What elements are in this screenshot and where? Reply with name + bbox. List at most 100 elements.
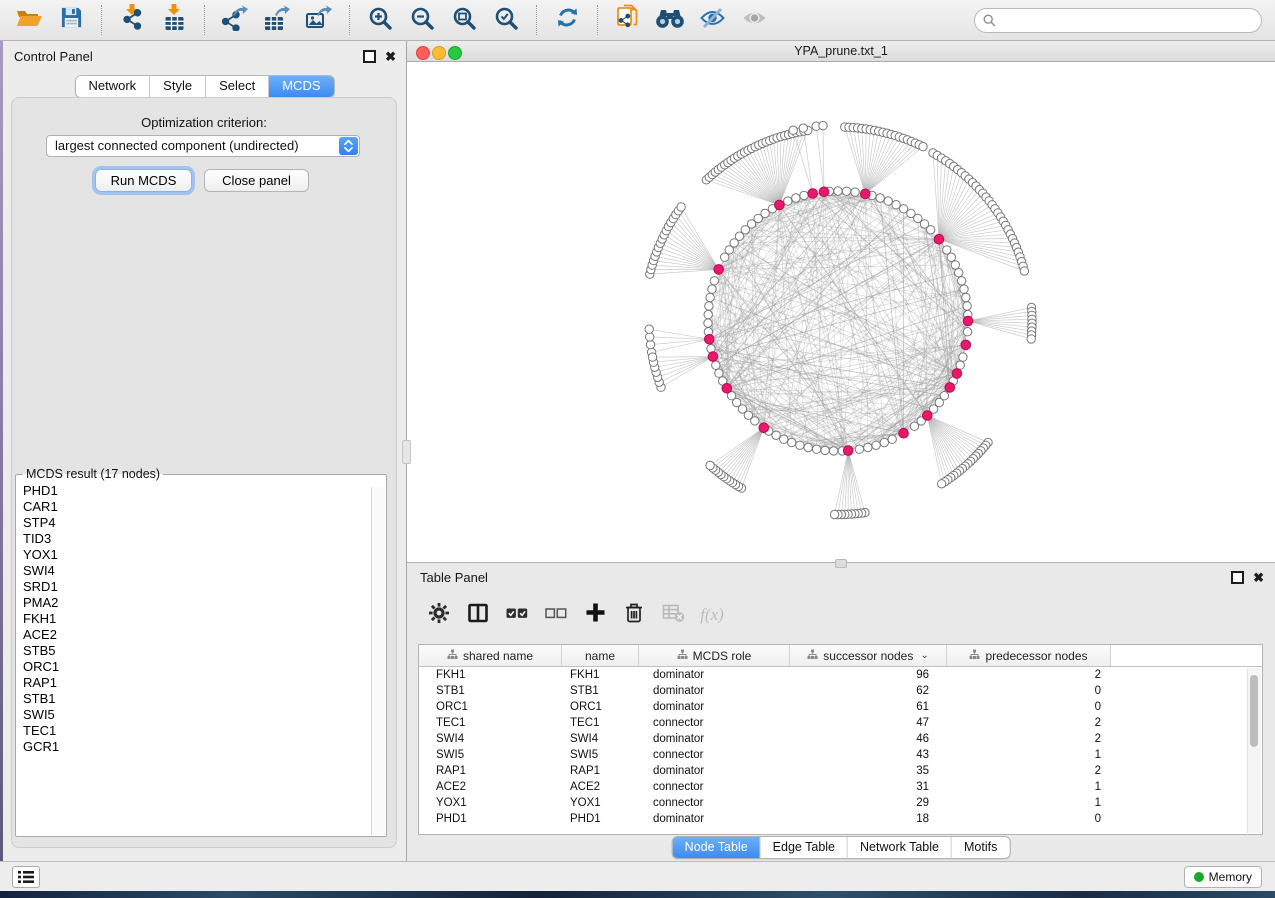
network-node[interactable]: [963, 302, 971, 310]
column-header-mcds-role[interactable]: MCDS role: [639, 645, 790, 666]
add-column-button[interactable]: [583, 603, 607, 627]
table-panel-close-icon[interactable]: ✖: [1253, 572, 1264, 583]
optimization-criterion-select[interactable]: largest connected component (undirected): [46, 135, 360, 157]
zoom-fit-button[interactable]: [449, 5, 479, 35]
mcds-node[interactable]: [722, 384, 732, 394]
mcds-node[interactable]: [843, 446, 853, 456]
mcds-node[interactable]: [775, 200, 785, 210]
mcds-result-item[interactable]: GCR1: [23, 739, 371, 755]
mcds-node[interactable]: [952, 369, 962, 379]
search-network-button[interactable]: [655, 5, 685, 35]
network-node[interactable]: [1027, 335, 1035, 343]
mcds-result-item[interactable]: STB5: [23, 643, 371, 659]
column-header-successor-nodes[interactable]: successor nodes⌄: [790, 645, 947, 666]
tab-node-table[interactable]: Node Table: [673, 837, 761, 858]
mcds-result-item[interactable]: STP4: [23, 515, 371, 531]
network-node[interactable]: [962, 293, 970, 301]
mcds-node[interactable]: [961, 340, 971, 350]
mcds-node[interactable]: [808, 189, 818, 199]
network-node[interactable]: [800, 191, 808, 199]
tab-network[interactable]: Network: [75, 76, 150, 97]
mcds-result-item[interactable]: ORC1: [23, 659, 371, 675]
network-node[interactable]: [712, 361, 720, 369]
select-all-columns-button[interactable]: [505, 603, 529, 627]
node-table-scrollbar[interactable]: [1247, 668, 1261, 833]
network-node[interactable]: [830, 447, 838, 455]
network-node[interactable]: [963, 328, 971, 336]
mcds-node[interactable]: [714, 265, 724, 275]
network-node[interactable]: [715, 369, 723, 377]
network-node[interactable]: [710, 277, 718, 285]
mcds-result-item[interactable]: FKH1: [23, 611, 371, 627]
mcds-result-item[interactable]: SWI5: [23, 707, 371, 723]
network-node[interactable]: [947, 253, 955, 261]
mcds-result-item[interactable]: RAP1: [23, 675, 371, 691]
delete-column-button[interactable]: [622, 603, 646, 627]
network-node[interactable]: [957, 277, 965, 285]
search-box[interactable]: [974, 8, 1262, 33]
tab-mcds[interactable]: MCDS: [269, 76, 333, 97]
mcds-result-item[interactable]: CAR1: [23, 499, 371, 515]
table-row[interactable]: ACE2ACE2connector311: [419, 779, 1262, 795]
network-node[interactable]: [704, 310, 712, 318]
network-node[interactable]: [708, 285, 716, 293]
network-node[interactable]: [646, 340, 654, 348]
network-node[interactable]: [880, 438, 888, 446]
tab-select[interactable]: Select: [206, 76, 269, 97]
table-row[interactable]: SWI5SWI5connector431: [419, 747, 1262, 763]
network-node[interactable]: [910, 422, 918, 430]
horizontal-splitter-handle[interactable]: [835, 559, 847, 568]
unselect-all-columns-button[interactable]: [544, 603, 568, 627]
network-node[interactable]: [959, 353, 967, 361]
zoom-out-button[interactable]: [407, 5, 437, 35]
column-header-predecessor-nodes[interactable]: predecessor nodes: [947, 645, 1111, 666]
network-node[interactable]: [796, 441, 804, 449]
control-panel-float-icon[interactable]: [363, 50, 376, 63]
mcds-result-item[interactable]: SWI4: [23, 563, 371, 579]
network-node[interactable]: [677, 203, 685, 211]
search-input[interactable]: [1001, 13, 1261, 29]
mcds-result-item[interactable]: STB1: [23, 691, 371, 707]
mcds-node[interactable]: [963, 316, 973, 326]
export-image-button[interactable]: [304, 5, 334, 35]
table-row[interactable]: PHD1PHD1dominator180: [419, 811, 1262, 827]
mcds-node[interactable]: [934, 234, 944, 244]
network-node[interactable]: [872, 441, 880, 449]
show-columns-button[interactable]: [466, 603, 490, 627]
table-row[interactable]: RAP1RAP1dominator352: [419, 763, 1262, 779]
tab-network-table[interactable]: Network Table: [848, 837, 952, 858]
mcds-node[interactable]: [759, 423, 769, 433]
network-node[interactable]: [788, 438, 796, 446]
mcds-result-item[interactable]: PHD1: [23, 483, 371, 499]
network-node[interactable]: [792, 194, 800, 202]
network-node[interactable]: [919, 142, 927, 150]
hide-selected-button[interactable]: [697, 5, 727, 35]
network-node[interactable]: [780, 435, 788, 443]
column-header-name[interactable]: name: [562, 645, 639, 666]
network-node[interactable]: [821, 446, 829, 454]
vertical-splitter-handle[interactable]: [402, 440, 411, 464]
network-node[interactable]: [645, 325, 653, 333]
tab-motifs[interactable]: Motifs: [952, 837, 1009, 858]
network-node[interactable]: [799, 124, 807, 132]
network-node[interactable]: [1020, 267, 1028, 275]
network-node[interactable]: [646, 333, 654, 341]
mcds-node[interactable]: [945, 383, 955, 393]
network-node[interactable]: [938, 480, 946, 488]
network-node[interactable]: [888, 435, 896, 443]
mcds-node[interactable]: [923, 411, 933, 421]
mcds-result-item[interactable]: YOX1: [23, 547, 371, 563]
network-node[interactable]: [784, 197, 792, 205]
close-panel-button[interactable]: Close panel: [204, 169, 309, 192]
network-node[interactable]: [960, 285, 968, 293]
table-panel-float-icon[interactable]: [1231, 571, 1244, 584]
table-row[interactable]: ORC1ORC1dominator610: [419, 699, 1262, 715]
mcds-result-item[interactable]: ACE2: [23, 627, 371, 643]
network-node[interactable]: [706, 293, 714, 301]
network-node[interactable]: [842, 187, 850, 195]
zoom-in-button[interactable]: [365, 5, 395, 35]
network-node[interactable]: [789, 126, 797, 134]
import-network-button[interactable]: [117, 5, 147, 35]
export-network-button[interactable]: [220, 5, 250, 35]
table-row[interactable]: TEC1TEC1connector472: [419, 715, 1262, 731]
